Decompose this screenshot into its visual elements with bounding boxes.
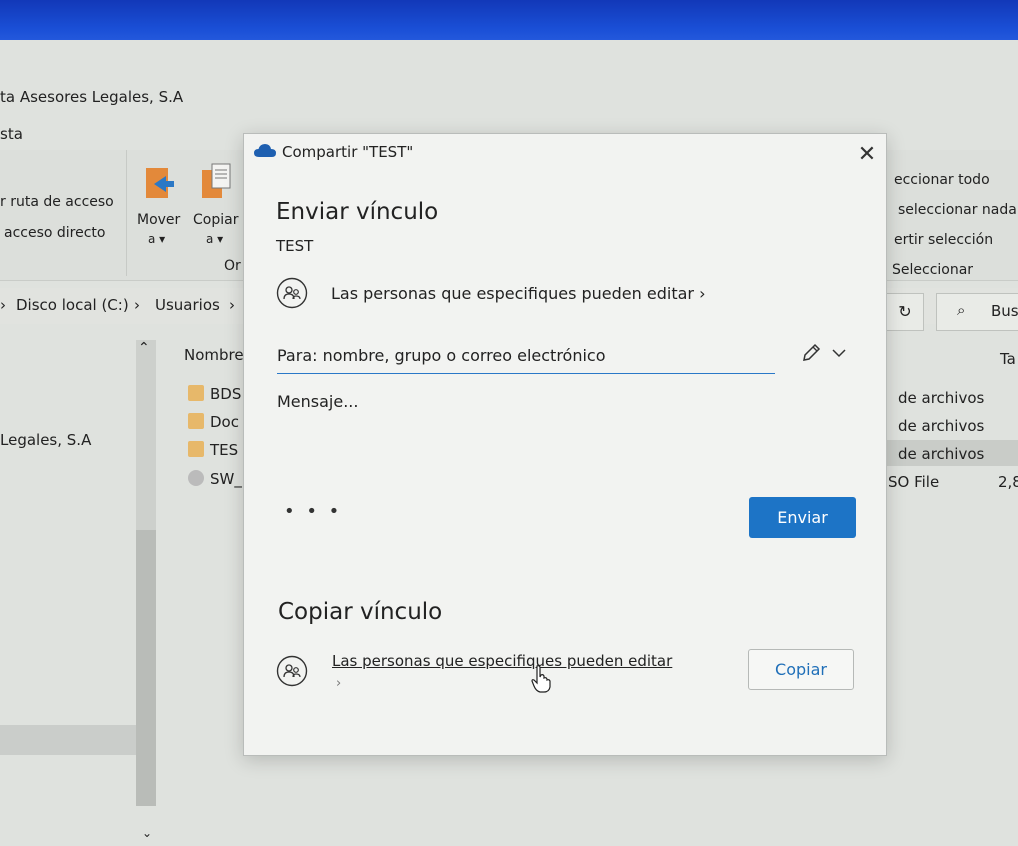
nav-scrollbar-thumb[interactable] (136, 530, 156, 806)
nav-pane-item[interactable]: Legales, S.A (0, 431, 91, 449)
nav-pane-selection (0, 725, 136, 755)
people-icon (276, 655, 308, 687)
message-input[interactable] (277, 392, 837, 482)
ribbon-tab-view[interactable]: sta (0, 125, 23, 143)
dialog-title: Compartir "TEST" (282, 143, 414, 161)
refresh-icon: ↻ (898, 302, 912, 321)
share-dialog: Compartir "TEST" ✕ Enviar vínculo TEST L… (243, 133, 887, 756)
send-link-heading: Enviar vínculo (276, 199, 439, 225)
table-row[interactable]: SW_ (188, 470, 242, 488)
file-type: de archivos (898, 417, 985, 435)
move-to-button[interactable]: Mover (137, 212, 180, 228)
file-type: de archivos (898, 389, 985, 407)
file-size: 2,8 (998, 473, 1018, 491)
select-all-command[interactable]: eccionar todo (894, 172, 990, 188)
folder-icon (188, 413, 204, 429)
column-header-size[interactable]: Ta (1000, 350, 1016, 368)
scroll-up-icon[interactable]: ⌃ (138, 340, 150, 356)
shared-item-name: TEST (276, 237, 314, 255)
chevron-right-icon: › (699, 284, 706, 303)
send-button[interactable]: Enviar (749, 497, 856, 538)
file-type: SO File (888, 473, 940, 491)
search-box[interactable]: ⌕ Bus (936, 293, 1018, 331)
people-icon (276, 277, 308, 309)
close-button[interactable]: ✕ (854, 142, 880, 168)
breadcrumb-drive[interactable]: Disco local (C:) (16, 296, 129, 314)
organize-group-label: Or (224, 258, 241, 274)
breadcrumb-users[interactable]: Usuarios (155, 296, 220, 314)
search-placeholder: Bus (991, 302, 1018, 320)
chevron-down-icon[interactable] (831, 345, 847, 361)
chevron-right-icon: › (0, 296, 6, 314)
explorer-title: ta Asesores Legales, S.A (0, 88, 184, 106)
copy-button[interactable]: Copiar (748, 649, 854, 690)
copy-to-dropdown[interactable]: a ▾ (206, 232, 223, 246)
refresh-button[interactable]: ↻ (886, 293, 924, 331)
chevron-right-icon: › (134, 296, 140, 314)
copy-path-command[interactable]: r ruta de acceso (0, 194, 114, 210)
select-none-command[interactable]: seleccionar nada (898, 202, 1017, 218)
copy-link-heading: Copiar vínculo (278, 599, 443, 625)
search-icon: ⌕ (957, 301, 966, 319)
select-group-label: Seleccionar (892, 262, 974, 278)
folder-icon (188, 385, 204, 401)
onedrive-cloud-icon (254, 144, 276, 157)
table-row[interactable]: BDS (188, 385, 241, 403)
move-to-dropdown[interactable]: a ▾ (148, 232, 165, 246)
paste-shortcut-command[interactable]: acceso directo (4, 225, 106, 241)
chevron-right-icon: › (336, 676, 342, 691)
more-options-button[interactable]: • • • (284, 501, 342, 522)
folder-icon (188, 441, 204, 457)
invert-selection-command[interactable]: ertir selección (894, 232, 993, 248)
table-row[interactable]: Doc (188, 413, 239, 431)
permission-label: Las personas que especifiques pueden edi… (331, 284, 694, 303)
recipients-input[interactable] (277, 337, 775, 374)
copy-to-button[interactable]: Copiar (193, 212, 238, 228)
column-header-name[interactable]: Nombre (184, 346, 244, 364)
file-type: de archivos (898, 445, 985, 463)
chevron-right-icon: › (229, 296, 235, 314)
hand-cursor-icon (531, 665, 551, 693)
table-row[interactable]: TES (188, 441, 238, 459)
close-icon: ✕ (857, 142, 877, 167)
scroll-down-icon[interactable]: ⌄ (142, 826, 152, 840)
pencil-icon[interactable] (800, 342, 822, 364)
move-to-icon (146, 168, 174, 198)
disc-image-icon (188, 470, 204, 486)
copy-to-icon (202, 163, 231, 198)
copy-permission-link[interactable]: Las personas que especifiques pueden edi… (332, 652, 672, 670)
